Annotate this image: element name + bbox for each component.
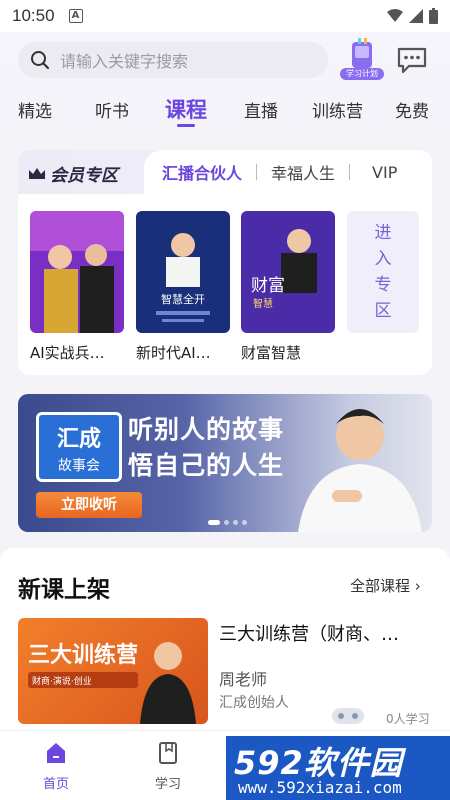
vip-tab-partner[interactable]: 汇播合伙人 bbox=[144, 160, 256, 184]
vip-zone-card: 会员专区 汇播合伙人 幸福人生 VIP AI实战兵… 智慧全开 新时代AI… 财… bbox=[18, 150, 432, 375]
vip-book-item[interactable]: 智慧全开 新时代AI… bbox=[136, 211, 230, 363]
vip-tab-vip[interactable]: VIP bbox=[350, 163, 411, 182]
thumb-subtitle-text: 财商·演说·创业 bbox=[32, 675, 92, 687]
notification-a-icon: A bbox=[68, 9, 83, 23]
story-club-logo: 汇成 故事会 bbox=[36, 412, 122, 482]
vip-zone-title: 会员专区 bbox=[28, 161, 118, 186]
active-tab-indicator bbox=[177, 124, 195, 127]
signal-icon bbox=[409, 9, 423, 23]
course-teacher: 周老师 bbox=[219, 670, 268, 689]
slogan-line: 听别人的故事 bbox=[128, 415, 285, 444]
study-plan-button[interactable]: 学习计划 bbox=[340, 38, 384, 82]
book-cover-image: 智慧全开 bbox=[136, 211, 230, 333]
nav-label: 首页 bbox=[42, 777, 69, 792]
watermark-url: www.592xiazai.com bbox=[238, 778, 402, 797]
logo-top-text: 汇成 bbox=[56, 427, 101, 452]
tab-courses[interactable]: 课程 bbox=[165, 94, 207, 124]
tab-free[interactable]: 免费 bbox=[395, 97, 429, 122]
book-title: AI实战兵… bbox=[30, 344, 105, 362]
enter-zone-char: 专 bbox=[374, 275, 392, 295]
logo-bottom-text: 故事会 bbox=[58, 458, 100, 474]
listen-now-button[interactable]: 立即收听 bbox=[36, 492, 142, 518]
section-title: 新课上架 bbox=[18, 577, 110, 603]
nav-home[interactable]: 首页 bbox=[26, 741, 86, 792]
book-title: 财富智慧 bbox=[241, 344, 302, 362]
banner-slogan: 听别人的故事 悟自己的人生 bbox=[128, 412, 284, 484]
all-courses-link[interactable]: 全部课程 › bbox=[350, 575, 421, 596]
enter-zone-char: 区 bbox=[374, 301, 392, 321]
banner-person-image bbox=[298, 409, 422, 532]
gamepad-icon bbox=[332, 708, 364, 724]
message-icon[interactable] bbox=[396, 46, 428, 74]
search-bar[interactable]: 请输入关键字搜索 bbox=[18, 42, 328, 78]
book-cover-text: 智慧全开 bbox=[161, 292, 205, 306]
tab-live[interactable]: 直播 bbox=[244, 97, 278, 122]
home-icon bbox=[47, 743, 65, 763]
nav-study[interactable]: 学习 bbox=[138, 741, 198, 792]
book-title: 新时代AI… bbox=[136, 344, 211, 362]
enter-vip-zone-button[interactable]: 进 入 专 区 bbox=[347, 211, 419, 333]
tab-audiobook[interactable]: 听书 bbox=[95, 97, 129, 122]
vip-zone-tabs: 汇播合伙人 幸福人生 VIP bbox=[144, 150, 432, 194]
course-title: 三大训练营（财商、… bbox=[219, 624, 399, 645]
tab-training-camp[interactable]: 训练营 bbox=[312, 97, 363, 122]
enter-zone-char: 进 bbox=[374, 223, 392, 243]
site-watermark: 592软件园 www.592xiazai.com bbox=[226, 736, 450, 800]
vip-zone-title-text: 会员专区 bbox=[50, 166, 118, 186]
slogan-line: 悟自己的人生 bbox=[128, 451, 285, 480]
tab-featured[interactable]: 精选 bbox=[18, 97, 52, 122]
story-banner[interactable]: 汇成 故事会 听别人的故事 悟自己的人生 立即收听 bbox=[18, 394, 432, 532]
book-cover-image bbox=[30, 211, 124, 333]
book-icon bbox=[159, 742, 177, 764]
wifi-icon bbox=[387, 9, 403, 22]
new-courses-section: 新课上架 全部课程 › 三大训练营 财商·演说·创业 三大训练营（财商、… 周老… bbox=[0, 548, 450, 738]
top-header: 请输入关键字搜索 学习计划 精选 听书 课程 直播 训练营 免费 bbox=[0, 32, 450, 132]
all-courses-label: 全部课程 bbox=[350, 577, 411, 595]
vip-book-item[interactable]: 财富 智慧 财富智慧 bbox=[241, 211, 335, 363]
crown-icon bbox=[29, 167, 45, 179]
vip-tab-happy-life[interactable]: 幸福人生 bbox=[257, 160, 349, 184]
book-cover-text: 财富 bbox=[251, 276, 285, 296]
status-bar: 10:50 A bbox=[0, 0, 450, 32]
search-icon bbox=[31, 51, 50, 70]
nav-label: 学习 bbox=[154, 777, 181, 792]
thumb-title-text: 三大训练营 bbox=[28, 642, 138, 668]
search-placeholder: 请输入关键字搜索 bbox=[60, 52, 189, 71]
vip-book-item[interactable]: AI实战兵… bbox=[30, 211, 124, 363]
course-item[interactable]: 三大训练营 财商·演说·创业 三大训练营（财商、… 周老师 汇成创始人 0人学习 bbox=[18, 618, 432, 728]
study-plan-icon bbox=[352, 38, 372, 68]
enter-zone-char: 入 bbox=[374, 249, 392, 269]
study-plan-label: 学习计划 bbox=[340, 68, 384, 80]
chevron-right-icon: › bbox=[414, 577, 421, 595]
carousel-indicator bbox=[208, 520, 247, 525]
status-time: 10:50 bbox=[12, 6, 55, 25]
learner-count: 0人学习 bbox=[386, 712, 430, 726]
course-thumbnail: 三大训练营 财商·演说·创业 bbox=[18, 618, 208, 724]
teacher-role: 汇成创始人 bbox=[219, 695, 289, 711]
book-cover-subtext: 智慧 bbox=[253, 297, 273, 310]
category-tabs: 精选 听书 课程 直播 训练营 免费 bbox=[0, 94, 450, 128]
battery-icon bbox=[429, 8, 438, 24]
book-cover-image: 财富 智慧 bbox=[241, 211, 335, 333]
